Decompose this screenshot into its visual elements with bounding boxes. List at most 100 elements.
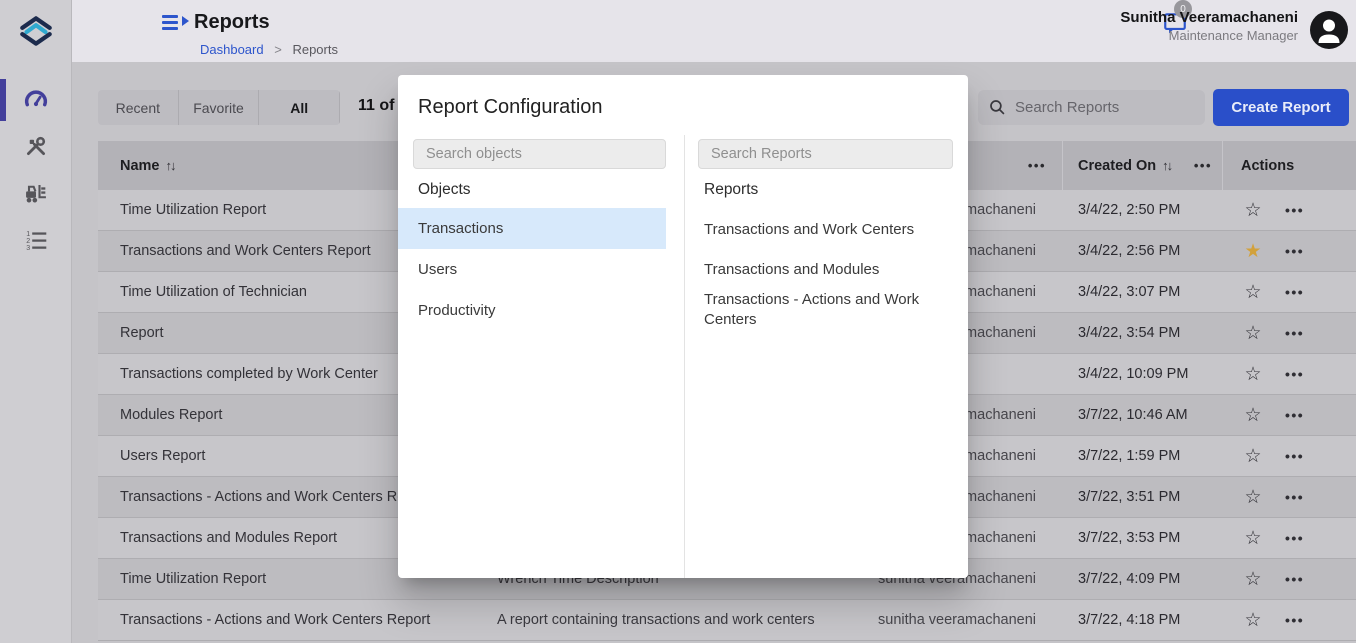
user-name: Sunitha Veeramachaneni <box>1120 8 1298 27</box>
report-created-on: 3/7/22, 4:18 PM <box>1063 612 1223 628</box>
report-created-on: 3/4/22, 2:56 PM <box>1063 243 1223 259</box>
favorite-star-icon[interactable]: ☆ <box>1241 529 1265 548</box>
report-created-on: 3/4/22, 2:50 PM <box>1063 202 1223 218</box>
favorite-star-icon[interactable]: ☆ <box>1241 365 1265 384</box>
report-list-item[interactable]: Transactions and Work Centers <box>704 210 944 250</box>
row-actions: ☆ ••• <box>1223 611 1356 630</box>
sidebar-item-equipment[interactable] <box>0 171 72 213</box>
tools-icon <box>23 133 49 159</box>
top-header: Reports Dashboard > Reports 0 Sunitha Ve… <box>72 0 1356 62</box>
report-description: A report containing transactions and wor… <box>480 612 862 628</box>
object-list-item[interactable]: Transactions <box>398 208 666 249</box>
forklift-icon <box>22 178 50 206</box>
favorite-star-icon[interactable]: ★ <box>1241 242 1265 261</box>
report-created-by: sunitha veeramachaneni <box>862 612 1063 628</box>
sidebar-item-tools[interactable] <box>0 125 72 167</box>
row-actions: ☆ ••• <box>1223 406 1356 425</box>
dialog-column-divider <box>684 135 685 578</box>
objects-list: Transactions Users Productivity <box>398 208 684 331</box>
filter-tab[interactable]: Favorite <box>179 90 260 125</box>
app-root: 1 2 3 Reports Dashboard > Reports 0 <box>0 0 1356 643</box>
row-actions: ☆ ••• <box>1223 570 1356 589</box>
row-menu-icon[interactable]: ••• <box>1285 448 1304 464</box>
app-logo-icon[interactable] <box>17 12 55 50</box>
sidebar: 1 2 3 <box>0 0 72 643</box>
user-role: Maintenance Manager <box>1120 27 1298 45</box>
svg-text:2: 2 <box>26 238 30 245</box>
search-reports-modal-input[interactable] <box>698 139 953 169</box>
table-row: Transactions - Actions and Work Centers … <box>98 600 1356 641</box>
report-list-item[interactable]: Transactions - Actions and Work Centers <box>704 290 944 330</box>
filter-tab[interactable]: All <box>259 90 340 125</box>
favorite-star-icon[interactable]: ☆ <box>1241 283 1265 302</box>
avatar[interactable] <box>1310 11 1348 49</box>
column-menu-icon[interactable]: ••• <box>1028 158 1046 173</box>
expand-menu-icon[interactable] <box>162 13 192 35</box>
row-menu-icon[interactable]: ••• <box>1285 407 1304 423</box>
report-name[interactable]: Transactions - Actions and Work Centers … <box>98 612 480 628</box>
objects-list-header: Objects <box>418 178 471 202</box>
object-list-item[interactable]: Users <box>398 249 666 290</box>
row-actions: ☆ ••• <box>1223 488 1356 507</box>
breadcrumb-current: Reports <box>292 42 338 57</box>
report-created-on: 3/7/22, 1:59 PM <box>1063 448 1223 464</box>
report-created-on: 3/7/22, 3:51 PM <box>1063 489 1223 505</box>
favorite-star-icon[interactable]: ☆ <box>1241 488 1265 507</box>
create-report-button[interactable]: Create Report <box>1213 89 1349 126</box>
row-actions: ☆ ••• <box>1223 529 1356 548</box>
row-menu-icon[interactable]: ••• <box>1285 571 1304 587</box>
reports-search <box>978 90 1205 125</box>
row-menu-icon[interactable]: ••• <box>1285 612 1304 628</box>
breadcrumb-separator: > <box>274 42 282 57</box>
report-filter-tabs: Recent Favorite All <box>98 90 340 125</box>
search-reports-input[interactable] <box>1015 99 1185 116</box>
numbered-list-icon: 1 2 3 <box>23 227 49 253</box>
row-menu-icon[interactable]: ••• <box>1285 530 1304 546</box>
column-header-actions: Actions <box>1223 141 1356 190</box>
sort-icon[interactable]: ↑↓ <box>166 158 175 173</box>
row-menu-icon[interactable]: ••• <box>1285 284 1304 300</box>
row-menu-icon[interactable]: ••• <box>1285 202 1304 218</box>
report-created-on: 3/4/22, 3:07 PM <box>1063 284 1223 300</box>
column-header-created-on[interactable]: Created On ↑↓ ••• <box>1063 141 1223 190</box>
svg-text:3: 3 <box>26 245 30 252</box>
favorite-star-icon[interactable]: ☆ <box>1241 611 1265 630</box>
sidebar-item-numbered-list[interactable]: 1 2 3 <box>0 219 72 261</box>
report-list-item[interactable]: Transactions and Modules <box>704 250 944 290</box>
breadcrumb-dashboard-link[interactable]: Dashboard <box>200 42 264 57</box>
row-actions: ★ ••• <box>1223 242 1356 261</box>
favorite-star-icon[interactable]: ☆ <box>1241 570 1265 589</box>
row-actions: ☆ ••• <box>1223 324 1356 343</box>
favorite-star-icon[interactable]: ☆ <box>1241 406 1265 425</box>
sidebar-item-dashboard[interactable] <box>0 79 72 121</box>
favorite-star-icon[interactable]: ☆ <box>1241 201 1265 220</box>
filter-tab[interactable]: Recent <box>98 90 179 125</box>
reports-list-header: Reports <box>704 178 758 202</box>
row-menu-icon[interactable]: ••• <box>1285 325 1304 341</box>
results-count: 11 of <box>358 97 394 115</box>
search-objects-input[interactable] <box>413 139 666 169</box>
column-menu-icon[interactable]: ••• <box>1194 158 1212 173</box>
row-actions: ☆ ••• <box>1223 447 1356 466</box>
row-actions: ☆ ••• <box>1223 365 1356 384</box>
row-menu-icon[interactable]: ••• <box>1285 243 1304 259</box>
row-actions: ☆ ••• <box>1223 283 1356 302</box>
report-created-on: 3/4/22, 10:09 PM <box>1063 366 1223 382</box>
row-actions: ☆ ••• <box>1223 201 1356 220</box>
report-configuration-dialog: Report Configuration Objects Reports Tra… <box>398 75 968 578</box>
dashboard-gauge-icon <box>22 86 50 114</box>
dialog-title: Report Configuration <box>418 96 603 119</box>
row-menu-icon[interactable]: ••• <box>1285 489 1304 505</box>
favorite-star-icon[interactable]: ☆ <box>1241 447 1265 466</box>
user-info: Sunitha Veeramachaneni Maintenance Manag… <box>1120 8 1298 45</box>
sort-icon[interactable]: ↑↓ <box>1162 158 1171 173</box>
favorite-star-icon[interactable]: ☆ <box>1241 324 1265 343</box>
report-created-on: 3/4/22, 3:54 PM <box>1063 325 1223 341</box>
report-created-on: 3/7/22, 10:46 AM <box>1063 407 1223 423</box>
breadcrumb: Dashboard > Reports <box>200 42 338 57</box>
object-list-item[interactable]: Productivity <box>398 290 666 331</box>
search-icon <box>988 98 1007 117</box>
svg-text:1: 1 <box>26 231 30 238</box>
reports-list: Transactions and Work Centers Transactio… <box>704 210 944 330</box>
row-menu-icon[interactable]: ••• <box>1285 366 1304 382</box>
